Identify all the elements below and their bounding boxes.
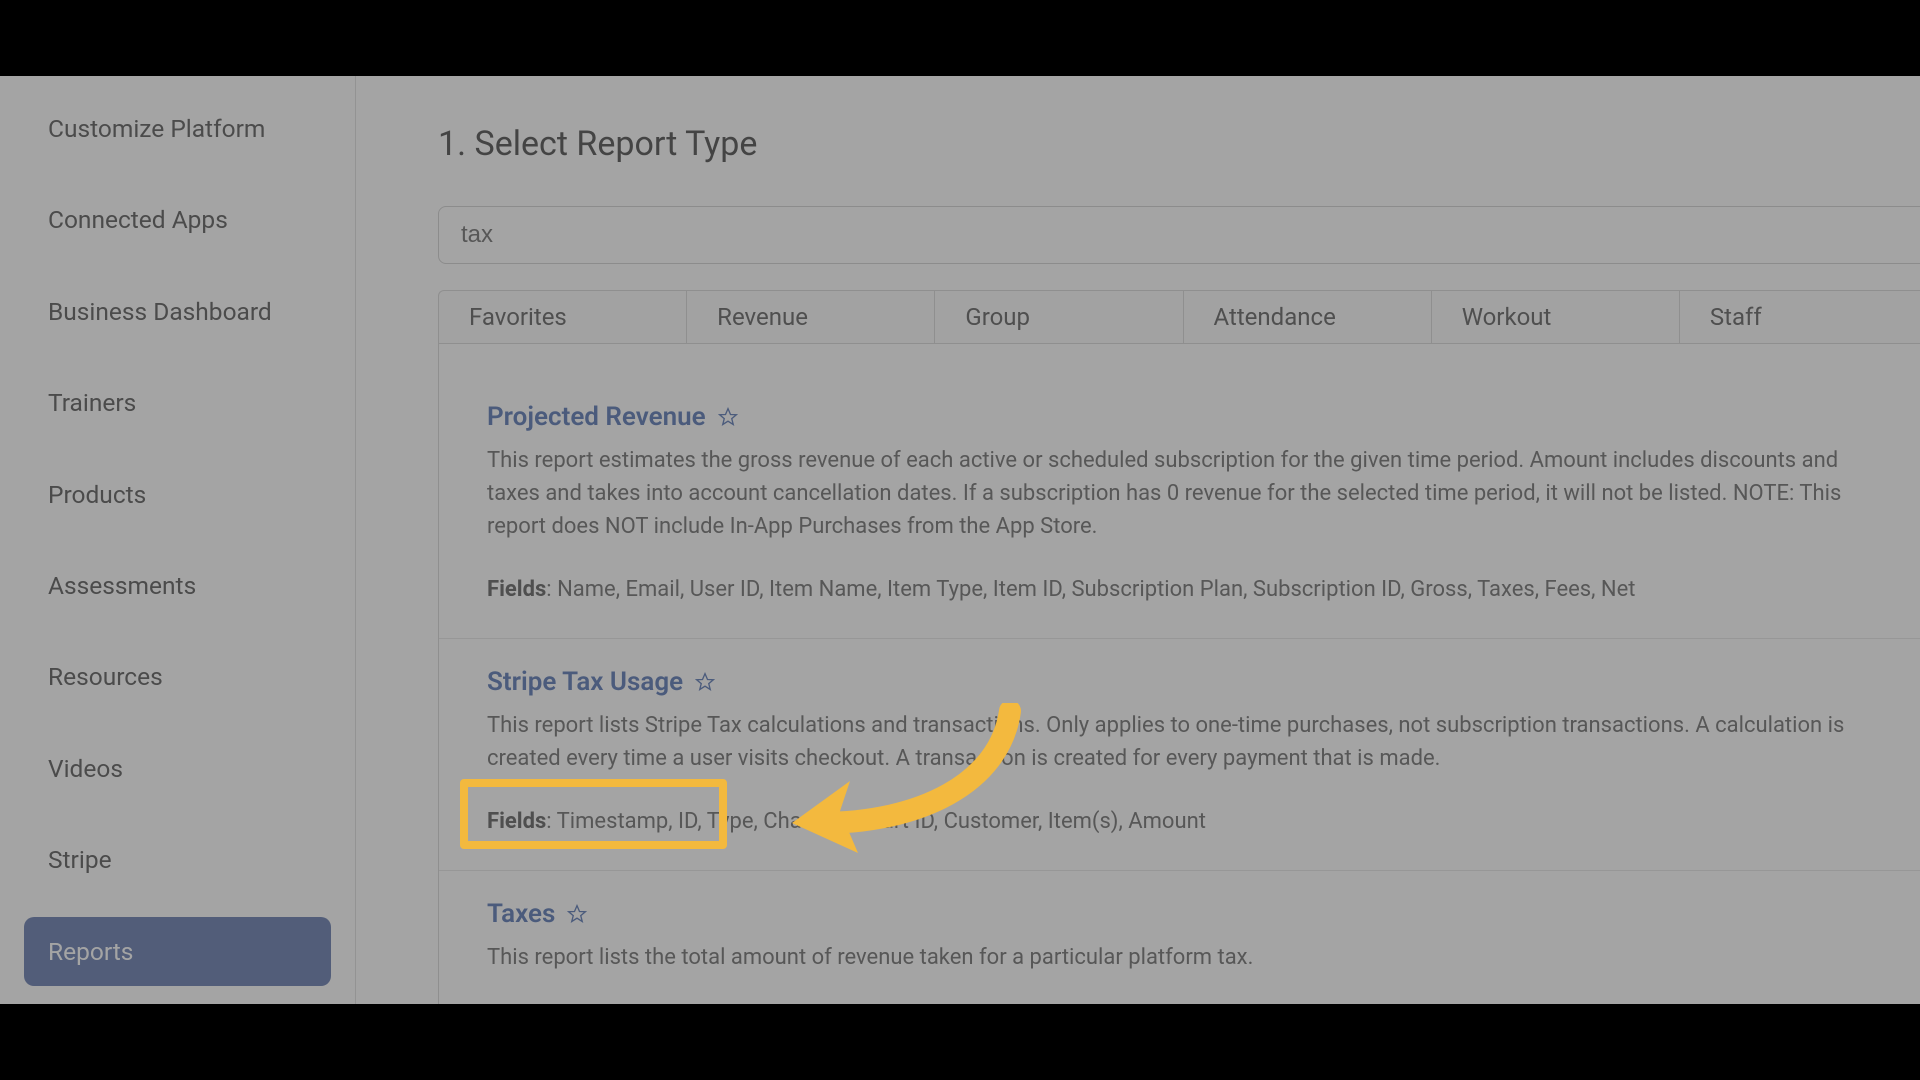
report-search-input[interactable] — [461, 221, 1905, 249]
report-taxes: Taxes This report lists the total amount… — [439, 871, 1920, 1004]
report-type-tabs: Favorites Revenue Group Attendance Worko… — [438, 290, 1920, 344]
report-description: This report lists Stripe Tax calculation… — [487, 709, 1879, 775]
fields-label: Fields — [487, 809, 546, 834]
tab-attendance[interactable]: Attendance — [1183, 290, 1431, 344]
sidebar: Customize Platform Connected Apps Busine… — [0, 76, 356, 1004]
sidebar-item-reports[interactable]: Reports — [24, 917, 331, 986]
report-title-row: Projected Revenue — [487, 402, 1879, 432]
fields-value: : Timestamp, ID, Type, Charge ID, Cart I… — [546, 809, 1206, 834]
report-fields: Fields: Timestamp, ID, Type, Charge ID, … — [487, 805, 1879, 838]
search-wrap — [438, 206, 1920, 264]
star-outline-icon[interactable] — [695, 672, 715, 692]
report-description: This report estimates the gross revenue … — [487, 444, 1879, 543]
app-viewport: Customize Platform Connected Apps Busine… — [0, 76, 1920, 1004]
sidebar-item-assessments[interactable]: Assessments — [24, 551, 331, 620]
sidebar-item-videos[interactable]: Videos — [24, 734, 331, 803]
sidebar-item-products[interactable]: Products — [24, 460, 331, 529]
fields-label: Fields — [487, 577, 546, 602]
section-title: 1. Select Report Type — [438, 124, 1920, 164]
sidebar-item-stripe[interactable]: Stripe — [24, 825, 331, 894]
report-title-row: Stripe Tax Usage — [487, 667, 1879, 697]
sidebar-item-customize-platform[interactable]: Customize Platform — [24, 94, 331, 163]
sidebar-item-business-dashboard[interactable]: Business Dashboard — [24, 277, 331, 346]
star-outline-icon[interactable] — [567, 904, 587, 924]
report-projected-revenue: Projected Revenue This report estimates … — [439, 374, 1920, 639]
report-title-link[interactable]: Projected Revenue — [487, 402, 706, 432]
report-title-link[interactable]: Stripe Tax Usage — [487, 667, 683, 697]
letterbox-top — [0, 0, 1920, 76]
sidebar-item-trainers[interactable]: Trainers — [24, 368, 331, 437]
report-fields: Fields: Name, Email, User ID, Item Name,… — [487, 573, 1879, 606]
sidebar-item-connected-apps[interactable]: Connected Apps — [24, 185, 331, 254]
star-outline-icon[interactable] — [718, 407, 738, 427]
tab-staff[interactable]: Staff — [1679, 290, 1920, 344]
report-title-row: Taxes — [487, 899, 1879, 929]
sidebar-item-resources[interactable]: Resources — [24, 642, 331, 711]
report-results: Projected Revenue This report estimates … — [438, 344, 1920, 1004]
tab-group[interactable]: Group — [934, 290, 1182, 344]
report-description: This report lists the total amount of re… — [487, 941, 1879, 974]
report-title-link[interactable]: Taxes — [487, 899, 555, 929]
letterbox-bottom — [0, 1004, 1920, 1080]
tab-revenue[interactable]: Revenue — [686, 290, 934, 344]
main-content: 1. Select Report Type Favorites Revenue … — [356, 76, 1920, 1004]
report-stripe-tax-usage: Stripe Tax Usage This report lists Strip… — [439, 639, 1920, 871]
tab-favorites[interactable]: Favorites — [438, 290, 686, 344]
tab-workout[interactable]: Workout — [1431, 290, 1679, 344]
fields-value: : Name, Email, User ID, Item Name, Item … — [546, 577, 1635, 602]
